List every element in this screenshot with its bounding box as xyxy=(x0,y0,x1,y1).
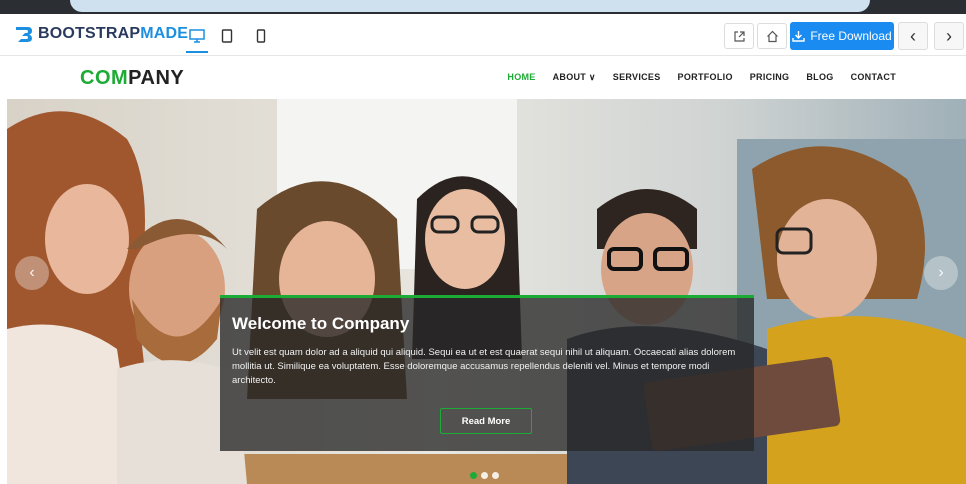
hero-caption: Welcome to Company Ut velit est quam dol… xyxy=(220,295,754,451)
nav-item-pricing[interactable]: PRICING xyxy=(750,72,790,83)
carousel-dot[interactable] xyxy=(481,472,488,479)
brand-text-part1: BOOTSTRAP xyxy=(38,25,141,42)
site-header: COMPANY HOME ABOUT ∨ SERVICES PORTFOLIO … xyxy=(0,56,966,99)
nav-item-services[interactable]: SERVICES xyxy=(613,72,661,83)
browser-tab-shape xyxy=(70,0,870,12)
carousel-next-button[interactable]: › xyxy=(924,256,958,290)
site-logo-part1: COM xyxy=(80,67,129,89)
site-logo[interactable]: COMPANY xyxy=(80,67,184,90)
nav-item-about[interactable]: ABOUT ∨ xyxy=(553,72,596,83)
nav-item-home[interactable]: HOME xyxy=(507,72,535,83)
external-link-icon xyxy=(733,30,745,42)
home-button[interactable] xyxy=(757,23,787,49)
tablet-view-button[interactable] xyxy=(216,25,238,47)
carousel-dot[interactable] xyxy=(492,472,499,479)
previous-template-button[interactable]: ‹ xyxy=(898,22,928,50)
nav-item-blog[interactable]: BLOG xyxy=(806,72,833,83)
preview-toolbar: BOOTSTRAPMADE Free Download ‹ › xyxy=(0,14,966,56)
browser-top-strip xyxy=(0,0,966,14)
next-template-button[interactable]: › xyxy=(934,22,964,50)
phone-view-button[interactable] xyxy=(250,25,272,47)
hero-text: Ut velit est quam dolor ad a aliquid qui… xyxy=(232,347,736,386)
nav-item-portfolio[interactable]: PORTFOLIO xyxy=(678,72,733,83)
free-download-button[interactable]: Free Download xyxy=(790,22,894,50)
hero-title: Welcome to Company xyxy=(232,314,410,333)
brand-text-part2: MADE xyxy=(140,25,189,42)
main-nav: HOME ABOUT ∨ SERVICES PORTFOLIO PRICING … xyxy=(507,72,896,83)
open-external-button[interactable] xyxy=(724,23,754,49)
bootstrapmade-logo-icon xyxy=(16,27,32,42)
site-logo-part2: PANY xyxy=(128,67,185,89)
carousel-indicators xyxy=(470,472,499,479)
carousel-dot[interactable] xyxy=(470,472,477,479)
carousel-prev-button[interactable]: ‹ xyxy=(15,256,49,290)
bootstrapmade-logo[interactable]: BOOTSTRAPMADE xyxy=(14,24,188,44)
tablet-icon xyxy=(221,29,233,43)
home-icon xyxy=(766,30,778,42)
chevron-right-icon: › xyxy=(938,264,944,281)
free-download-label: Free Download xyxy=(810,29,892,43)
chevron-right-icon: › xyxy=(946,25,952,46)
chevron-left-icon: ‹ xyxy=(29,264,35,281)
phone-icon xyxy=(256,29,266,43)
read-more-button[interactable]: Read More xyxy=(440,408,532,434)
desktop-view-button[interactable] xyxy=(186,25,208,53)
chevron-left-icon: ‹ xyxy=(910,25,916,46)
nav-item-contact[interactable]: CONTACT xyxy=(851,72,896,83)
download-icon xyxy=(792,31,806,42)
desktop-icon xyxy=(189,29,205,43)
hero-carousel: ‹ › Welcome to Company Ut velit est quam… xyxy=(7,99,966,484)
